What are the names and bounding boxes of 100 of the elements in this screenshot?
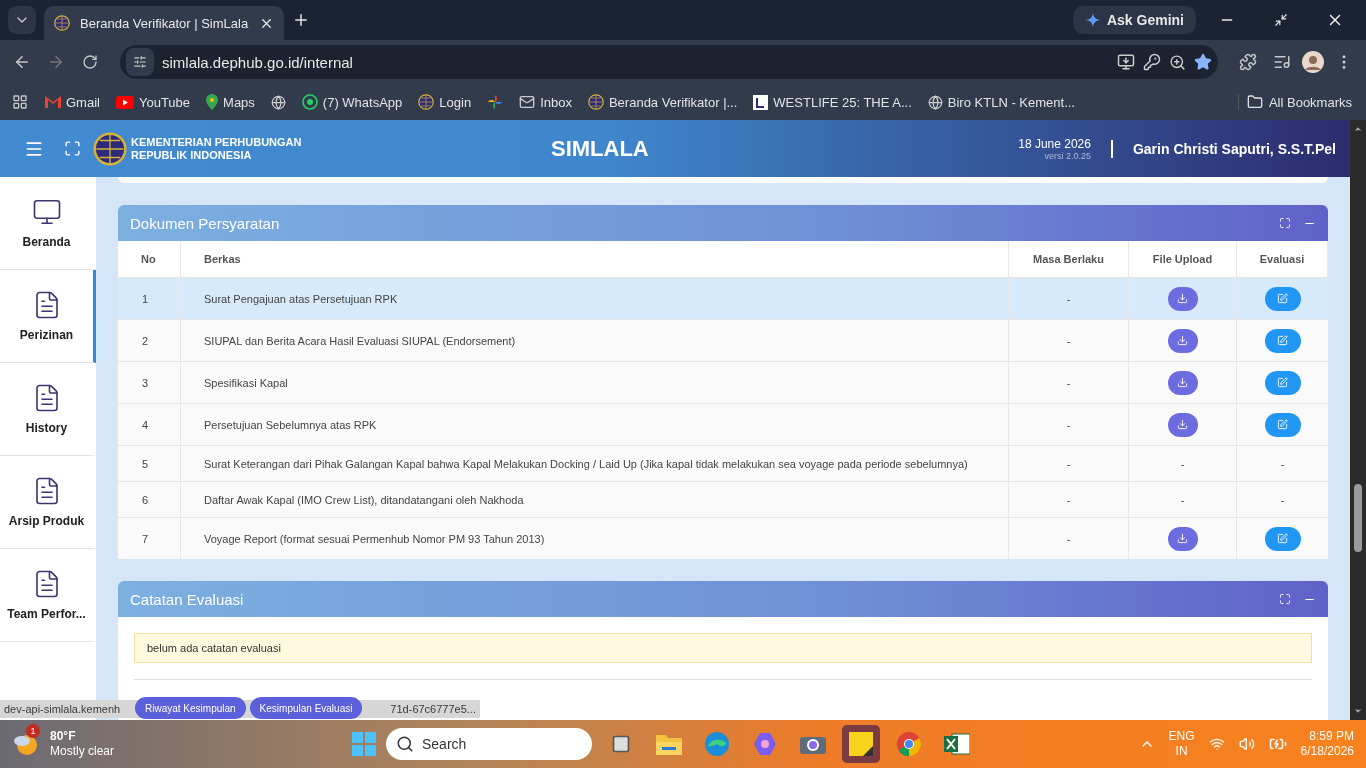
ministry-name: KEMENTERIAN PERHUBUNGAN REPUBLIK INDONESIA (131, 135, 302, 162)
sidebar-item[interactable]: Team Perfor... (0, 549, 96, 642)
bookmark-item[interactable]: YouTube (110, 94, 196, 110)
sidebar-item[interactable]: History (0, 363, 96, 456)
table-cell: - (1009, 481, 1129, 517)
bookmark-item[interactable]: Login (413, 94, 477, 110)
restore-icon[interactable] (1274, 13, 1288, 27)
key-icon[interactable] (1143, 53, 1161, 71)
table-cell: SIUPAL dan Berita Acara Hasil Evaluasi SIUPAL (Endorsement) (181, 319, 1009, 361)
scroll-thumb[interactable] (1354, 484, 1362, 552)
edit-icon (1277, 335, 1288, 346)
sticky-note-icon (849, 732, 873, 756)
tab-list-button[interactable] (8, 6, 36, 34)
table-cell: - (1180, 457, 1185, 470)
action-button[interactable]: Riwayat Kesimpulan (135, 697, 246, 719)
grid-icon[interactable] (12, 94, 28, 110)
pinwheel-icon (487, 94, 504, 110)
edit-button[interactable] (1264, 286, 1301, 311)
edge-icon (704, 731, 730, 757)
play-icon (115, 95, 134, 109)
search-field[interactable]: Search (386, 728, 592, 760)
edit-button[interactable] (1264, 412, 1301, 437)
install-icon[interactable] (1117, 53, 1135, 71)
table-cell: 5 (118, 445, 181, 481)
ask-gemini-button[interactable]: Ask Gemini (1072, 6, 1196, 34)
wifi-icon[interactable] (1208, 736, 1225, 752)
copilot-icon (752, 731, 778, 757)
spreadsheet-icon (944, 732, 970, 756)
task-view-icon[interactable] (611, 734, 631, 754)
expand-icon[interactable] (1279, 593, 1291, 605)
bookmark-item[interactable]: Biro KTLN - Kement... (922, 94, 1080, 110)
mail-icon (45, 96, 61, 108)
table-cell: - (1009, 517, 1129, 559)
address-bar[interactable]: simlala.dephub.go.id/internal (120, 45, 1218, 79)
reload-icon[interactable] (82, 54, 98, 70)
download-button[interactable] (1167, 370, 1198, 395)
all-bookmarks-button[interactable]: All Bookmarks (1237, 94, 1360, 110)
table-cell: Surat Pengajuan atas Persetujuan RPK (181, 277, 1009, 319)
ministry-logo-icon (93, 131, 127, 166)
download-button[interactable] (1167, 328, 1198, 353)
folder-icon (656, 733, 682, 755)
media-icon[interactable] (1273, 53, 1291, 71)
sidebar-item[interactable]: Beranda (0, 177, 96, 270)
fullscreen-icon[interactable] (64, 140, 81, 157)
bookmark-star-icon[interactable] (1194, 53, 1212, 71)
table-cell: 3 (118, 361, 181, 403)
bookmark-item[interactable]: (7) WhatsApp (296, 94, 408, 110)
avatar-icon[interactable] (1302, 51, 1324, 73)
zoom-icon[interactable] (1169, 53, 1186, 71)
edit-button[interactable] (1264, 526, 1301, 551)
new-tab-button[interactable] (292, 11, 310, 29)
scroll-down-icon[interactable] (1353, 706, 1363, 716)
table-cell: 2 (118, 319, 181, 361)
date-text: 18 June 2026 (1018, 136, 1091, 151)
user-name[interactable]: Garin Christi Saputri, S.S.T.Pel (1132, 140, 1336, 157)
sidebar-item[interactable]: Arsip Produk (0, 456, 96, 549)
sidebar-item[interactable]: Perizinan (0, 270, 96, 363)
edit-button[interactable] (1264, 370, 1301, 395)
download-button[interactable] (1167, 526, 1198, 551)
forward-arrow-icon[interactable] (47, 53, 65, 71)
sliders-icon (133, 55, 147, 69)
bookmark-item[interactable]: WESTLIFE 25: THE A... (748, 94, 917, 110)
table-cell: 7 (118, 517, 181, 559)
weather-condition: Mostly clear (50, 744, 114, 759)
status-url: dev-api-simlala.kemenh (4, 703, 121, 715)
chat-icon (301, 94, 318, 110)
scroll-up-icon[interactable] (1353, 124, 1363, 134)
map-pin-icon (206, 94, 219, 110)
search-icon (396, 735, 414, 753)
download-icon (1177, 377, 1188, 388)
bookmark-item[interactable]: Inbox (514, 94, 577, 110)
download-icon (1177, 335, 1188, 346)
mail-icon (519, 94, 536, 110)
action-button[interactable]: Kesimpulan Evaluasi (249, 697, 363, 719)
table-cell: - (1009, 319, 1129, 361)
expand-icon[interactable] (1279, 217, 1291, 229)
emblem-icon (418, 94, 435, 110)
emblem-icon (54, 15, 70, 31)
browser-tab[interactable]: Beranda Verifikator | SimLala (44, 6, 284, 40)
bookmark-item[interactable]: Gmail (40, 94, 105, 110)
download-button[interactable] (1167, 412, 1198, 437)
temperature: 80°F (50, 729, 77, 744)
puzzle-icon[interactable] (1239, 53, 1257, 71)
edit-button[interactable] (1264, 328, 1301, 353)
logo-icon (753, 94, 769, 110)
bookmark-item[interactable]: Beranda Verifikator |... (582, 94, 743, 110)
volume-icon[interactable] (1238, 736, 1255, 752)
card-title: Dokumen Persyaratan (130, 214, 281, 232)
weather-widget[interactable]: 1 80°F Mostly clear (12, 722, 342, 766)
edit-icon (1277, 419, 1288, 430)
table-cell: 1 (118, 277, 181, 319)
taskbar-app[interactable] (842, 725, 880, 763)
edit-icon (1277, 533, 1288, 544)
table-cell: - (1180, 493, 1185, 506)
site-settings-button[interactable] (126, 48, 154, 76)
edit-icon (1277, 293, 1288, 304)
table-cell: Spesifikasi Kapal (181, 361, 1009, 403)
download-button[interactable] (1167, 286, 1198, 311)
windows-start-icon[interactable] (352, 732, 376, 756)
bookmark-item[interactable]: Maps (201, 94, 260, 110)
